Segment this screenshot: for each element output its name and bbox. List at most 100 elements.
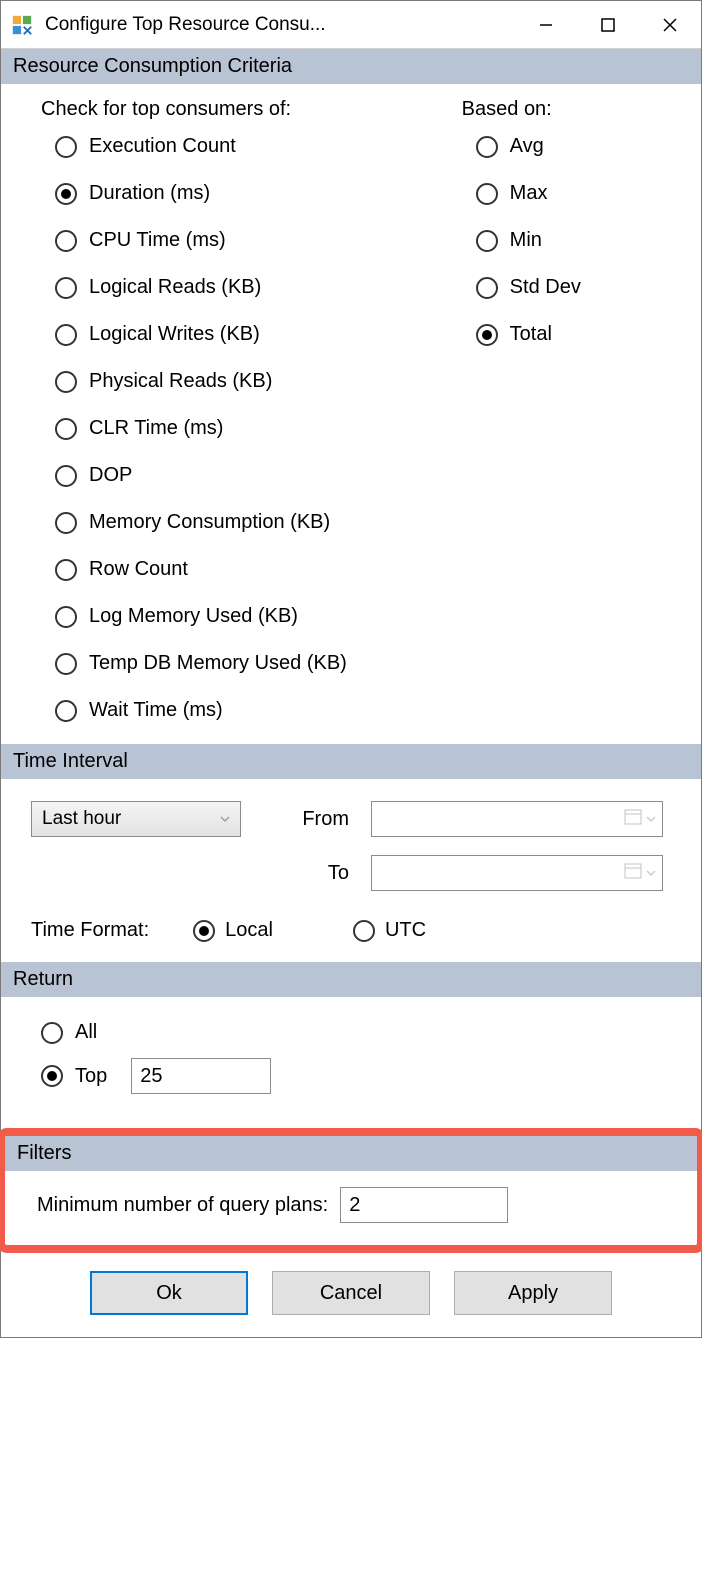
chevron-down-icon	[646, 808, 656, 830]
radio-input[interactable]	[55, 324, 77, 346]
min-plans-label: Minimum number of query plans:	[37, 1194, 328, 1217]
basedon-list: Avg Max Min Std Dev Total	[462, 135, 677, 346]
minimize-button[interactable]	[515, 1, 577, 48]
radio-input[interactable]	[55, 371, 77, 393]
time-interval-section-body: Last hour From To	[1, 779, 701, 962]
radio-label: Execution Count	[89, 135, 236, 158]
consumers-list: Execution Count Duration (ms) CPU Time (ms…	[41, 135, 442, 722]
radio-label: DOP	[89, 464, 132, 487]
radio-label: Row Count	[89, 558, 188, 581]
filters-highlight-box: Filters Minimum number of query plans:	[0, 1128, 702, 1253]
time-format-row: Time Format: Local UTC	[31, 919, 671, 942]
radio-label: Logical Reads (KB)	[89, 276, 261, 299]
radio-option: Duration (ms)	[55, 182, 442, 205]
radio-input[interactable]	[55, 418, 77, 440]
radio-option: Temp DB Memory Used (KB)	[55, 652, 442, 675]
radio-input[interactable]	[55, 512, 77, 534]
radio-input[interactable]	[476, 277, 498, 299]
radio-option: Physical Reads (KB)	[55, 370, 442, 393]
radio-input[interactable]	[476, 136, 498, 158]
radio-input[interactable]	[55, 183, 77, 205]
to-datetime-input[interactable]	[371, 855, 663, 891]
dialog-buttons: Ok Cancel Apply	[1, 1253, 701, 1337]
radio-option: UTC	[353, 919, 426, 942]
criteria-section-body: Check for top consumers of: Execution Co…	[1, 84, 701, 744]
radio-input[interactable]	[55, 700, 77, 722]
chevron-down-icon	[220, 808, 230, 830]
radio-label: Avg	[510, 135, 544, 158]
radio-option: Log Memory Used (KB)	[55, 605, 442, 628]
titlebar: Configure Top Resource Consu...	[1, 1, 701, 49]
chevron-down-icon	[646, 862, 656, 884]
radio-option: Min	[476, 229, 677, 252]
radio-input[interactable]	[476, 230, 498, 252]
radio-label: Total	[510, 323, 552, 346]
radio-label: Duration (ms)	[89, 182, 210, 205]
caption-buttons	[515, 1, 701, 48]
maximize-button[interactable]	[577, 1, 639, 48]
return-all-label: All	[75, 1021, 97, 1044]
radio-input[interactable]	[55, 277, 77, 299]
radio-input[interactable]	[55, 465, 77, 487]
radio-input[interactable]	[55, 606, 77, 628]
close-button[interactable]	[639, 1, 701, 48]
radio-option: Memory Consumption (KB)	[55, 511, 442, 534]
radio-option: Row Count	[55, 558, 442, 581]
radio-option: Execution Count	[55, 135, 442, 158]
radio-label: UTC	[385, 919, 426, 942]
radio-input[interactable]	[55, 230, 77, 252]
apply-button[interactable]: Apply	[454, 1271, 612, 1315]
radio-input[interactable]	[55, 559, 77, 581]
radio-option: Local	[193, 919, 273, 942]
calendar-icon	[624, 861, 646, 885]
radio-label: Std Dev	[510, 276, 581, 299]
radio-option: Std Dev	[476, 276, 677, 299]
radio-label: Logical Writes (KB)	[89, 323, 260, 346]
interval-value: Last hour	[42, 808, 121, 830]
window-title: Configure Top Resource Consu...	[45, 14, 515, 36]
filters-section-header: Filters	[5, 1136, 697, 1171]
interval-select[interactable]: Last hour	[31, 801, 241, 837]
from-label: From	[281, 808, 349, 831]
to-label: To	[281, 862, 349, 885]
criteria-section-header: Resource Consumption Criteria	[1, 49, 701, 84]
radio-input[interactable]	[55, 653, 77, 675]
radio-option: Logical Writes (KB)	[55, 323, 442, 346]
radio-option: CPU Time (ms)	[55, 229, 442, 252]
dialog-window: Configure Top Resource Consu... Resource…	[0, 0, 702, 1338]
radio-label: Temp DB Memory Used (KB)	[89, 652, 347, 675]
radio-label: Local	[225, 919, 273, 942]
return-section-header: Return	[1, 962, 701, 997]
radio-label: Min	[510, 229, 542, 252]
radio-input[interactable]	[476, 183, 498, 205]
time-interval-section-header: Time Interval	[1, 744, 701, 779]
return-top-radio[interactable]	[41, 1065, 63, 1087]
time-format-label: Time Format:	[31, 919, 149, 942]
return-all-radio[interactable]	[41, 1022, 63, 1044]
from-datetime-input[interactable]	[371, 801, 663, 837]
radio-label: Max	[510, 182, 548, 205]
consumers-column: Check for top consumers of: Execution Co…	[41, 98, 442, 722]
radio-input[interactable]	[55, 136, 77, 158]
radio-label: CLR Time (ms)	[89, 417, 223, 440]
radio-label: Memory Consumption (KB)	[89, 511, 330, 534]
radio-input[interactable]	[476, 324, 498, 346]
radio-option: Wait Time (ms)	[55, 699, 442, 722]
radio-label: Log Memory Used (KB)	[89, 605, 298, 628]
calendar-icon	[624, 807, 646, 831]
top-count-input[interactable]	[131, 1058, 271, 1094]
basedon-column: Based on: Avg Max Min Std Dev Total	[462, 98, 677, 722]
radio-input[interactable]	[193, 920, 215, 942]
radio-label: CPU Time (ms)	[89, 229, 226, 252]
radio-input[interactable]	[353, 920, 375, 942]
min-plans-input[interactable]	[340, 1187, 508, 1223]
time-format-list: Local UTC	[193, 919, 466, 942]
radio-label: Physical Reads (KB)	[89, 370, 272, 393]
cancel-button[interactable]: Cancel	[272, 1271, 430, 1315]
basedon-heading: Based on:	[462, 98, 677, 121]
filters-section-body: Minimum number of query plans:	[5, 1171, 697, 1245]
radio-option: Total	[476, 323, 677, 346]
ok-button[interactable]: Ok	[90, 1271, 248, 1315]
return-top-label: Top	[75, 1065, 107, 1088]
radio-option: Avg	[476, 135, 677, 158]
